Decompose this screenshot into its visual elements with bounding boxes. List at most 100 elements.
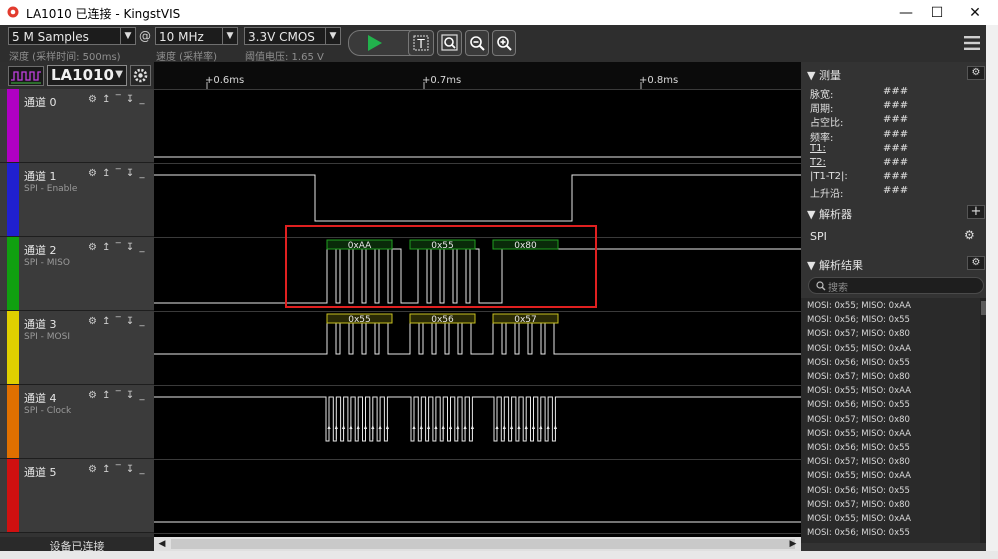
clock-sample-arrow-head	[378, 425, 382, 429]
result-row[interactable]: MOSI: 0x57; MISO: 0x80	[807, 500, 910, 510]
analyzer-settings-gear-icon[interactable]: ⚙	[964, 228, 975, 242]
text-cursor-button[interactable]: T	[408, 30, 434, 56]
device-waveform-icon[interactable]	[8, 66, 44, 86]
channel-protocol: SPI - Clock	[24, 406, 72, 416]
falling-edge-trigger-icon[interactable]: ↧	[126, 316, 135, 327]
result-row[interactable]: MOSI: 0x55; MISO: 0xAA	[807, 471, 911, 481]
scroll-left-icon[interactable]: ◀	[156, 537, 168, 551]
channel-row[interactable]: 4 通道 4 SPI - Clock ⚙ ↥ ‾ ↧ _	[0, 385, 154, 459]
waveform-view[interactable]: +0.6ms +0.7ms +0.8ms 0xAA 0x55 0x80 0x55 0x56 0…	[154, 62, 801, 537]
high-level-trigger-icon[interactable]: ‾	[116, 242, 122, 253]
zoom-fit-button[interactable]	[437, 30, 462, 56]
result-row[interactable]: MOSI: 0x55; MISO: 0xAA	[807, 429, 911, 439]
add-analyzer-button[interactable]: +	[967, 205, 985, 219]
hamburger-menu-icon[interactable]	[963, 34, 981, 52]
low-level-trigger-icon[interactable]: _	[140, 242, 146, 253]
measure-header[interactable]: ▼ 测量	[807, 67, 841, 83]
channel-settings-gear-icon[interactable]: ⚙	[88, 390, 98, 401]
channel-name[interactable]: 通道 4	[24, 390, 57, 406]
rising-edge-trigger-icon[interactable]: ↥	[102, 168, 111, 179]
rising-edge-trigger-icon[interactable]: ↥	[102, 316, 111, 327]
channel-row[interactable]: 3 通道 3 SPI - MOSI ⚙ ↥ ‾ ↧ _	[0, 311, 154, 385]
result-row[interactable]: MOSI: 0x56; MISO: 0x55	[807, 400, 910, 410]
device-settings-gear-icon[interactable]	[130, 65, 151, 86]
result-row[interactable]: MOSI: 0x56; MISO: 0x55	[807, 443, 910, 453]
sample-rate-select[interactable]: 10 MHz ▼	[155, 27, 238, 45]
title-bar: LA1010 已连接 - KingstVIS — ☐ ✕	[0, 0, 998, 25]
channel-settings-gear-icon[interactable]: ⚙	[88, 94, 98, 105]
bottom-edge	[0, 551, 998, 559]
result-row[interactable]: MOSI: 0x57; MISO: 0x80	[807, 329, 910, 339]
device-select[interactable]: LA1010 ▼	[47, 65, 127, 86]
result-row[interactable]: MOSI: 0x55; MISO: 0xAA	[807, 344, 911, 354]
result-row[interactable]: MOSI: 0x57; MISO: 0x80	[807, 415, 910, 425]
results-settings-gear-icon[interactable]: ⚙	[967, 256, 985, 270]
channel-name[interactable]: 通道 0	[24, 94, 57, 110]
result-row[interactable]: MOSI: 0x55; MISO: 0xAA	[807, 386, 911, 396]
channel-row[interactable]: 1 通道 1 SPI - Enable ⚙ ↥ ‾ ↧ _	[0, 163, 154, 237]
clock-sample-arrow-head	[495, 425, 499, 429]
high-level-trigger-icon[interactable]: ‾	[116, 390, 122, 401]
falling-edge-trigger-icon[interactable]: ↧	[126, 242, 135, 253]
channel-row[interactable]: 0 通道 0 ⚙ ↥ ‾ ↧ _	[0, 89, 154, 163]
result-row[interactable]: MOSI: 0x57; MISO: 0x80	[807, 372, 910, 382]
rising-edge-trigger-icon[interactable]: ↥	[102, 94, 111, 105]
channel-settings-gear-icon[interactable]: ⚙	[88, 316, 98, 327]
low-level-trigger-icon[interactable]: _	[140, 464, 146, 475]
scroll-right-icon[interactable]: ▶	[787, 537, 799, 551]
channel-row[interactable]: 5 通道 5 ⚙ ↥ ‾ ↧ _	[0, 459, 154, 533]
mosi-decode-value: 0x55	[348, 315, 371, 325]
clock-sample-arrow-head	[327, 425, 331, 429]
channel-name[interactable]: 通道 1	[24, 168, 57, 184]
high-level-trigger-icon[interactable]: ‾	[116, 464, 122, 475]
chevron-down-icon: ▼	[325, 28, 340, 44]
zoom-in-button[interactable]	[492, 30, 516, 56]
channel-settings-gear-icon[interactable]: ⚙	[88, 242, 98, 253]
rising-edge-trigger-icon[interactable]: ↥	[102, 390, 111, 401]
falling-edge-trigger-icon[interactable]: ↧	[126, 168, 135, 179]
rising-edge-trigger-icon[interactable]: ↥	[102, 464, 111, 475]
result-row[interactable]: MOSI: 0x56; MISO: 0x55	[807, 358, 910, 368]
result-row[interactable]: MOSI: 0x56; MISO: 0x55	[807, 528, 910, 538]
high-level-trigger-icon[interactable]: ‾	[116, 168, 122, 179]
measure-settings-gear-icon[interactable]: ⚙	[967, 66, 985, 80]
low-level-trigger-icon[interactable]: _	[140, 168, 146, 179]
voltage-select[interactable]: 3.3V CMOS ▼	[244, 27, 341, 45]
analyzer-item[interactable]: SPI	[810, 230, 827, 243]
low-level-trigger-icon[interactable]: _	[140, 316, 146, 327]
at-sign: @	[139, 29, 151, 43]
sample-depth-select[interactable]: 5 M Samples ▼	[8, 27, 136, 45]
low-level-trigger-icon[interactable]: _	[140, 390, 146, 401]
channel-name[interactable]: 通道 2	[24, 242, 57, 258]
channel-settings-gear-icon[interactable]: ⚙	[88, 464, 98, 475]
result-row[interactable]: MOSI: 0x55; MISO: 0xAA	[807, 301, 911, 311]
channel-settings-gear-icon[interactable]: ⚙	[88, 168, 98, 179]
time-ruler[interactable]	[154, 62, 801, 89]
result-row[interactable]: MOSI: 0x56; MISO: 0x55	[807, 315, 910, 325]
device-name: LA1010	[51, 66, 114, 84]
channel-name[interactable]: 通道 5	[24, 464, 57, 480]
rising-edge-trigger-icon[interactable]: ↥	[102, 242, 111, 253]
scroll-thumb[interactable]	[171, 539, 795, 549]
horizontal-scrollbar[interactable]: ◀ ▶	[154, 537, 801, 551]
result-row[interactable]: MOSI: 0x57; MISO: 0x80	[807, 457, 910, 467]
results-header[interactable]: ▼ 解析结果	[807, 257, 863, 273]
analyzer-title: 解析器	[818, 208, 852, 221]
low-level-trigger-icon[interactable]: _	[140, 94, 146, 105]
falling-edge-trigger-icon[interactable]: ↧	[126, 390, 135, 401]
window-scrollbar[interactable]	[986, 25, 998, 551]
result-row[interactable]: MOSI: 0x56; MISO: 0x55	[807, 486, 910, 496]
channel-name[interactable]: 通道 3	[24, 316, 57, 332]
falling-edge-trigger-icon[interactable]: ↧	[126, 94, 135, 105]
results-search-input[interactable]: 搜索	[808, 277, 984, 294]
close-button[interactable]: ✕	[952, 0, 998, 25]
high-level-trigger-icon[interactable]: ‾	[116, 94, 122, 105]
channel-row[interactable]: 2 通道 2 SPI - MISO ⚙ ↥ ‾ ↧ _	[0, 237, 154, 311]
falling-edge-trigger-icon[interactable]: ↧	[126, 464, 135, 475]
clock-sample-arrow-head	[363, 425, 368, 429]
result-row[interactable]: MOSI: 0x55; MISO: 0xAA	[807, 514, 911, 524]
high-level-trigger-icon[interactable]: ‾	[116, 316, 122, 327]
channel-controls: ⚙ ↥ ‾ ↧ _	[88, 242, 146, 253]
analyzer-header[interactable]: ▼ 解析器	[807, 206, 852, 222]
zoom-out-button[interactable]	[465, 30, 489, 56]
